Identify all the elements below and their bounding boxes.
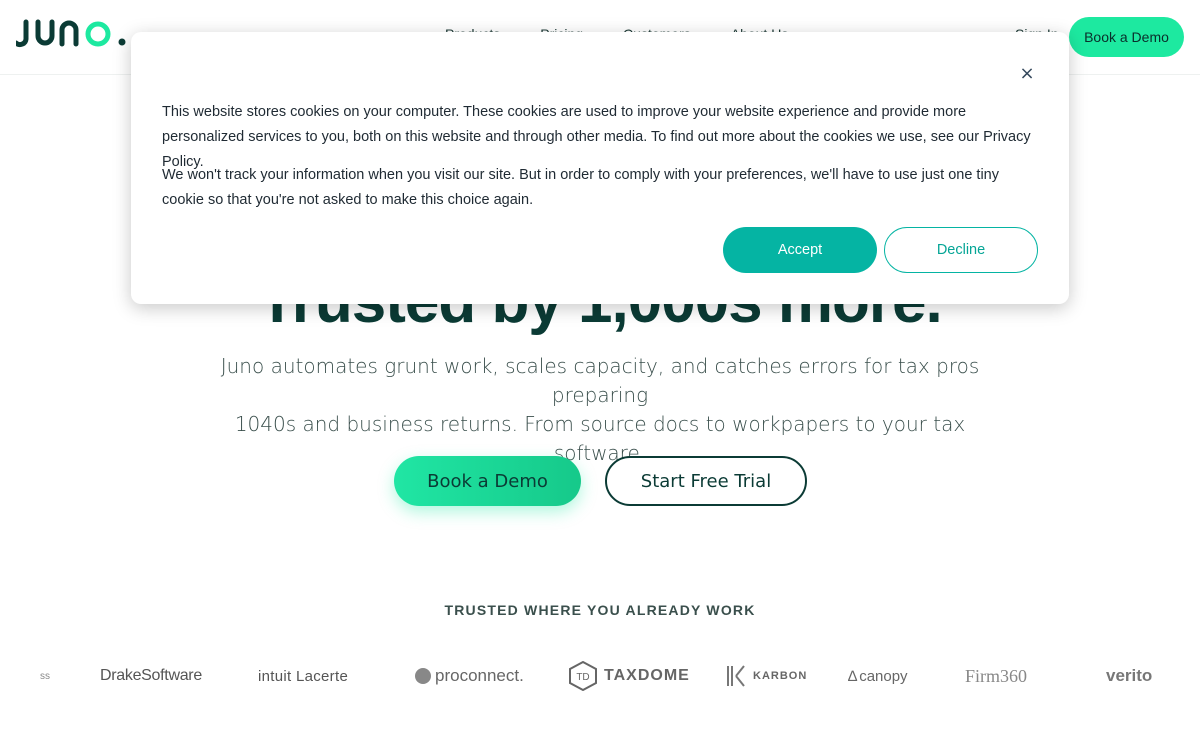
hero-book-demo-button[interactable]: Book a Demo [394, 456, 581, 506]
partner-firm360-text: Firm360 [965, 665, 1028, 686]
partner-karbon-text: KARBON [753, 670, 808, 682]
juno-logo[interactable] [16, 14, 128, 54]
partner-logos: ss DrakeSoftware intuit Lacerte proconne… [40, 655, 1160, 697]
juno-logo-mark [16, 19, 126, 48]
partner-verito-text: verito [1106, 666, 1153, 685]
header-book-demo-button[interactable]: Book a Demo [1069, 17, 1184, 57]
karbon-icon [727, 665, 745, 687]
partner-logo-verito: verito [1106, 655, 1152, 697]
close-icon[interactable]: × [1015, 62, 1039, 86]
partner-logo-firm360: Firm360 [965, 655, 1027, 697]
partner-proconnect-text: proconnect. [435, 666, 524, 685]
partner-taxdome-text: TAXDOME [604, 667, 690, 684]
hero-subtitle: Juno automates grunt work, scales capaci… [200, 352, 1000, 468]
cookie-consent-dialog: × This website stores cookies on your co… [131, 32, 1069, 304]
cookie-accept-button[interactable]: Accept [723, 227, 877, 273]
partner-edge-text: ss [40, 670, 50, 682]
partner-logo-taxdome: TD TAXDOME [568, 655, 690, 697]
partner-lacerte-text: intuit Lacerte [258, 667, 349, 685]
hero-start-trial-button[interactable]: Start Free Trial [605, 456, 807, 506]
proconnect-icon [415, 668, 431, 684]
partner-logo-drake: DrakeSoftware [100, 655, 202, 697]
taxdome-icon: TD [569, 661, 597, 691]
partner-logo-lacerte: intuit Lacerte [258, 655, 348, 697]
hero-subtitle-line-1: Juno automates grunt work, scales capaci… [220, 354, 980, 407]
svg-text:TD: TD [576, 672, 589, 683]
hero-subtitle-line-2: 1040s and business returns. From source … [234, 412, 966, 465]
cookie-decline-button[interactable]: Decline [884, 227, 1038, 273]
cookie-text-2: We won't track your information when you… [162, 167, 999, 208]
partner-drake-text: DrakeSoftware [100, 667, 202, 684]
partner-logo-edge: ss [40, 655, 50, 697]
trusted-heading: TRUSTED WHERE YOU ALREADY WORK [444, 602, 756, 618]
canopy-icon: ∆ [848, 667, 858, 685]
partner-logo-proconnect: proconnect. [415, 655, 524, 697]
partner-logo-canopy: ∆ canopy [848, 655, 908, 697]
partner-logo-karbon: KARBON [725, 655, 807, 697]
partner-canopy-text: canopy [859, 667, 908, 685]
